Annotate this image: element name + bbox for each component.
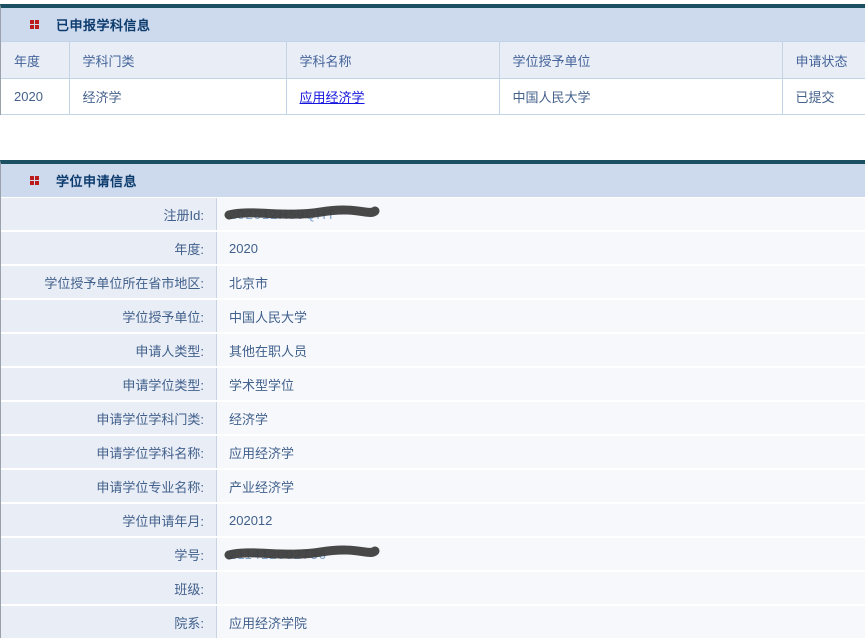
field-label: 学位授予单位所在省市地区: [1, 266, 217, 298]
page: 已申报学科信息 年度 学科门类 学科名称 学位授予单位 申请状态 2020 经济… [0, 0, 865, 638]
subject-table-body: 2020 经济学 应用经济学 中国人民大学 已提交 [1, 79, 865, 115]
field-row: 学位申请年月: 202012 [1, 504, 865, 536]
col-header-category: 学科门类 [69, 42, 286, 79]
field-value: 经济学 [217, 402, 865, 434]
red-grid-icon [30, 20, 39, 29]
field-value-text: 2020 [229, 241, 258, 256]
field-row: 申请学位类型: 学术型学位 [1, 368, 865, 400]
field-value-text: 202012H59QHT [229, 207, 336, 222]
field-row: 申请学位学科门类: 经济学 [1, 402, 865, 434]
field-value: 应用经济学院 [217, 606, 865, 638]
field-value-text: 应用经济学院 [229, 613, 307, 632]
field-value: 202012 [217, 504, 865, 536]
field-label: 学号: [1, 538, 217, 570]
cell-category: 经济学 [69, 79, 286, 115]
field-label: 申请学位学科门类: [1, 402, 217, 434]
table-row: 2020 经济学 应用经济学 中国人民大学 已提交 [1, 79, 865, 115]
declared-subjects-title: 已申报学科信息 [56, 15, 151, 34]
col-header-subject: 学科名称 [286, 42, 499, 79]
subject-name-link[interactable]: 应用经济学 [300, 90, 365, 105]
field-row: 申请学位专业名称: 产业经济学 [1, 470, 865, 502]
cell-year: 2020 [1, 79, 69, 115]
field-label: 学位授予单位: [1, 300, 217, 332]
declared-subjects-panel: 已申报学科信息 年度 学科门类 学科名称 学位授予单位 申请状态 2020 经济… [0, 4, 865, 115]
field-row: 学号: 211412002736 [1, 538, 865, 570]
field-value: 2020 [217, 232, 865, 264]
field-value [217, 572, 865, 604]
field-value-text: 北京市 [229, 273, 268, 292]
degree-application-title: 学位申请信息 [56, 171, 137, 190]
field-value-text: 中国人民大学 [229, 307, 307, 326]
field-label: 申请学位专业名称: [1, 470, 217, 502]
field-label: 申请人类型: [1, 334, 217, 366]
field-row: 学位授予单位: 中国人民大学 [1, 300, 865, 332]
field-value: 其他在职人员 [217, 334, 865, 366]
field-value: 应用经济学 [217, 436, 865, 468]
field-label: 院系: [1, 606, 217, 638]
field-value-text: 202012 [229, 513, 272, 528]
field-value: 产业经济学 [217, 470, 865, 502]
degree-application-header: 学位申请信息 [1, 164, 865, 197]
status-badge: 已提交 [782, 79, 865, 115]
field-row: 院系: 应用经济学院 [1, 606, 865, 638]
field-row: 年度: 2020 [1, 232, 865, 264]
field-row: 注册Id: 202012H59QHT [1, 198, 865, 230]
col-header-status: 申请状态 [782, 42, 865, 79]
declared-subjects-table: 年度 学科门类 学科名称 学位授予单位 申请状态 2020 经济学 应用经济学 … [1, 41, 865, 115]
field-value: 211412002736 [217, 538, 865, 570]
field-row: 班级: [1, 572, 865, 604]
field-label: 年度: [1, 232, 217, 264]
field-row: 申请人类型: 其他在职人员 [1, 334, 865, 366]
red-grid-icon [30, 176, 39, 185]
field-row: 学位授予单位所在省市地区: 北京市 [1, 266, 865, 298]
declared-subjects-header: 已申报学科信息 [1, 8, 865, 41]
field-value: 学术型学位 [217, 368, 865, 400]
application-fields: 注册Id: 202012H59QHT 年度: 2020 学位授予单位所在省市地区… [1, 197, 865, 638]
field-label: 注册Id: [1, 198, 217, 230]
field-value-text: 经济学 [229, 409, 268, 428]
col-header-university: 学位授予单位 [499, 42, 782, 79]
field-row: 申请学位学科名称: 应用经济学 [1, 436, 865, 468]
table-header-row: 年度 学科门类 学科名称 学位授予单位 申请状态 [1, 42, 865, 79]
cell-university: 中国人民大学 [499, 79, 782, 115]
degree-application-panel: 学位申请信息 注册Id: 202012H59QHT 年度: 2020 学位授予单… [0, 160, 865, 638]
field-value-text: 应用经济学 [229, 443, 294, 462]
field-value-text: 产业经济学 [229, 477, 294, 496]
field-value-text: 其他在职人员 [229, 341, 307, 360]
col-header-year: 年度 [1, 42, 69, 79]
field-label: 申请学位学科名称: [1, 436, 217, 468]
field-value: 中国人民大学 [217, 300, 865, 332]
field-value: 202012H59QHT [217, 198, 865, 230]
field-label: 学位申请年月: [1, 504, 217, 536]
field-value-text: 211412002736 [229, 547, 327, 562]
field-label: 申请学位类型: [1, 368, 217, 400]
field-label: 班级: [1, 572, 217, 604]
field-value-text: 学术型学位 [229, 375, 294, 394]
field-value: 北京市 [217, 266, 865, 298]
